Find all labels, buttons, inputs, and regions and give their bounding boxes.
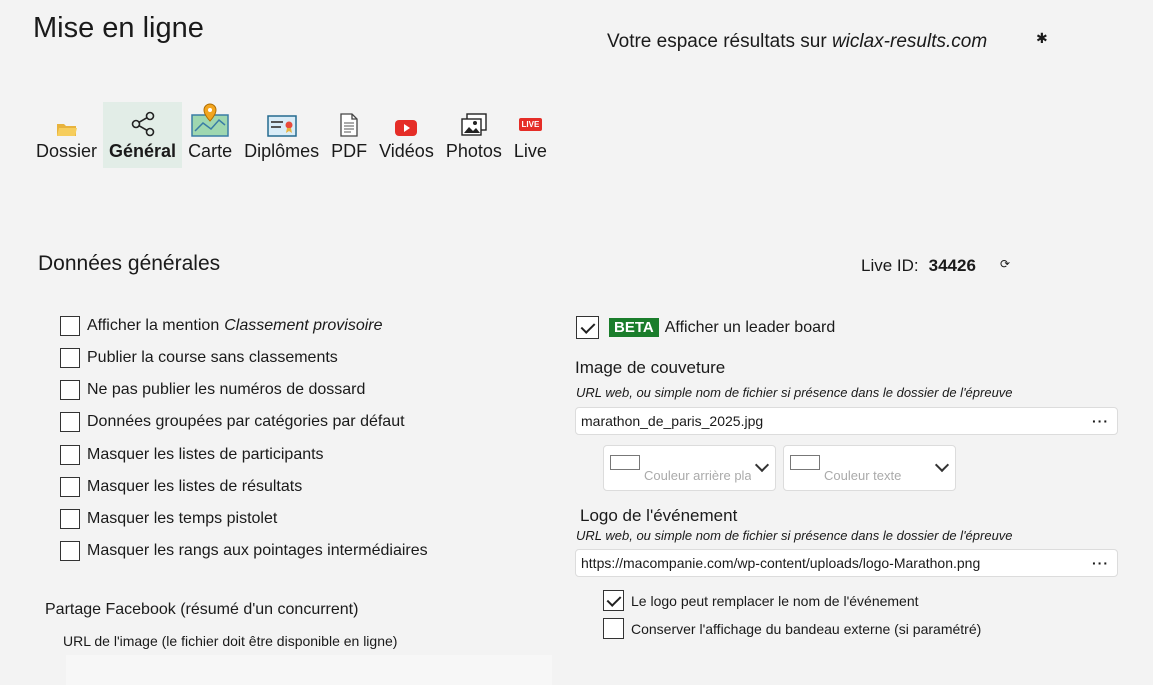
cover-hint: URL web, ou simple nom de fichier si pré… (576, 385, 1013, 400)
option-label: Le logo peut remplacer le nom de l'événe… (631, 592, 919, 609)
beta-badge: BETA (609, 318, 659, 337)
share-icon (130, 111, 156, 137)
tab-label: Carte (188, 141, 233, 161)
option-provisional[interactable]: Afficher la mention Classement provisoire (60, 316, 383, 336)
live-id-label: Live ID: (861, 256, 919, 275)
option-label: Afficher un leader board (664, 318, 836, 336)
tab-label: Général (109, 141, 177, 161)
facebook-url-label: URL de l'image (le fichier doit être dis… (63, 633, 398, 649)
option-hide-bibs[interactable]: Ne pas publier les numéros de dossard (60, 380, 365, 400)
browse-button[interactable]: ··· (1092, 413, 1109, 429)
option-label-italic: Classement provisoire (224, 317, 383, 334)
option-hide-split-ranks[interactable]: Masquer les rangs aux pointages interméd… (60, 541, 428, 561)
live-id-value: 34426 (928, 256, 976, 275)
checkbox[interactable] (60, 445, 80, 465)
option-label: Ne pas publier les numéros de dossard (87, 381, 366, 398)
option-hide-gun-times[interactable]: Masquer les temps pistolet (60, 509, 277, 529)
results-space-text: Votre espace résultats sur (607, 31, 827, 52)
tab-photos[interactable]: Photos (440, 102, 508, 168)
live-id: Live ID: 34426 (861, 256, 976, 276)
tab-dossier[interactable]: Dossier (30, 102, 103, 168)
facebook-url-input[interactable] (66, 655, 552, 685)
color-swatch (790, 454, 820, 470)
facebook-title: Partage Facebook (résumé d'un concurrent… (45, 601, 359, 618)
chevron-down-icon (934, 457, 950, 473)
checkbox[interactable] (60, 412, 80, 432)
logo-hint: URL web, ou simple nom de fichier si pré… (576, 528, 1013, 543)
tab-label: Dossier (36, 141, 98, 161)
section-title: Données générales (38, 252, 221, 275)
tab-label: Vidéos (379, 141, 434, 161)
tab-live[interactable]: LIVE Live (508, 102, 553, 168)
tab-videos[interactable]: Vidéos (373, 102, 440, 168)
tab-label: Photos (445, 141, 502, 161)
logo-value: https://macompanie.com/wp-content/upload… (581, 555, 981, 571)
option-leaderboard[interactable]: BETA Afficher un leader board (576, 316, 835, 339)
option-label: Conserver l'affichage du bandeau externe… (631, 620, 982, 637)
bg-color-placeholder: Couleur arrière pla (644, 467, 751, 483)
option-group-categories[interactable]: Données groupées par catégories par défa… (60, 412, 405, 432)
option-label: Masquer les temps pistolet (87, 510, 278, 527)
tab-label: Live (513, 141, 547, 161)
logo-title: Logo de l'événement (580, 506, 738, 525)
bg-color-select[interactable]: Couleur arrière pla (603, 445, 776, 491)
pdf-icon (339, 111, 359, 137)
checkbox[interactable] (60, 348, 80, 368)
publish-toolbar: Dossier Général Carte Diplômes PDF Vidéo… (30, 102, 553, 168)
checkbox-checked[interactable] (576, 316, 599, 339)
tab-label: PDF (331, 141, 368, 161)
checkbox-checked[interactable] (603, 590, 624, 611)
gear-icon[interactable]: ✱ (1036, 30, 1048, 47)
cover-input[interactable]: marathon_de_paris_2025.jpg ··· (575, 407, 1118, 435)
option-hide-results[interactable]: Masquer les listes de résultats (60, 477, 302, 497)
tab-diplomes[interactable]: Diplômes (238, 102, 325, 168)
results-space-brand: wiclax-results.com (831, 31, 988, 52)
tab-carte[interactable]: Carte (182, 102, 238, 168)
color-swatch (610, 454, 640, 470)
page-title: Mise en ligne (33, 12, 204, 44)
diploma-icon (266, 111, 297, 137)
browse-button[interactable]: ··· (1092, 555, 1109, 571)
option-label: Afficher la mention (87, 317, 220, 334)
tab-label: Diplômes (244, 141, 320, 161)
cover-value: marathon_de_paris_2025.jpg (581, 413, 764, 429)
checkbox[interactable] (60, 477, 80, 497)
text-color-placeholder: Couleur texte (824, 467, 902, 483)
refresh-icon[interactable]: ⟳ (1000, 257, 1010, 271)
option-keep-banner[interactable]: Conserver l'affichage du bandeau externe… (603, 618, 981, 639)
option-label: Masquer les listes de résultats (87, 478, 303, 495)
checkbox[interactable] (60, 541, 80, 561)
tab-pdf[interactable]: PDF (325, 102, 373, 168)
option-hide-participants[interactable]: Masquer les listes de participants (60, 445, 324, 465)
folder-icon (56, 111, 78, 137)
tab-general[interactable]: Général (103, 102, 183, 168)
checkbox[interactable] (603, 618, 624, 639)
chevron-down-icon (754, 457, 770, 473)
live-icon: LIVE (518, 111, 543, 137)
text-color-select[interactable]: Couleur texte (783, 445, 956, 491)
checkbox[interactable] (60, 509, 80, 529)
option-no-rankings[interactable]: Publier la course sans classements (60, 348, 338, 368)
option-logo-replace-name[interactable]: Le logo peut remplacer le nom de l'événe… (603, 590, 919, 611)
cover-title: Image de couveture (575, 358, 726, 377)
logo-input[interactable]: https://macompanie.com/wp-content/upload… (575, 549, 1118, 577)
checkbox[interactable] (60, 380, 80, 400)
option-label: Publier la course sans classements (87, 349, 338, 366)
map-icon (191, 103, 229, 137)
option-label: Masquer les rangs aux pointages interméd… (87, 542, 428, 559)
checkbox[interactable] (60, 316, 80, 336)
youtube-icon (394, 111, 418, 137)
live-icon-text: LIVE (518, 118, 543, 131)
option-label: Données groupées par catégories par défa… (87, 413, 405, 430)
option-label: Masquer les listes de participants (87, 446, 324, 463)
photos-icon (461, 111, 487, 137)
results-space-link[interactable]: Votre espace résultats sur wiclax-result… (607, 31, 987, 53)
